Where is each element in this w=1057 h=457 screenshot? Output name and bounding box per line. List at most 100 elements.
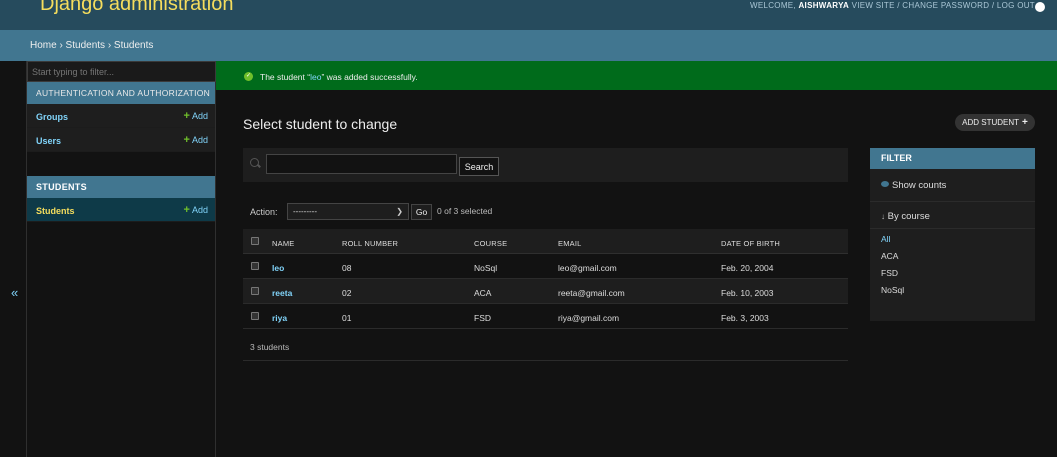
success-check-icon: ✓ <box>244 72 253 81</box>
search-icon <box>250 158 259 167</box>
cell-course: FSD <box>474 313 491 323</box>
cell-roll-number: 02 <box>342 288 352 298</box>
search-input[interactable] <box>266 154 457 174</box>
theme-toggle-icon[interactable] <box>1035 2 1045 12</box>
add-label: Add <box>191 135 208 145</box>
table-row: riya 01 FSD riya@gmail.com Feb. 3, 2003 <box>243 304 848 329</box>
row-checkbox[interactable] <box>251 262 259 270</box>
plus-icon: + <box>183 110 190 122</box>
go-button[interactable]: Go <box>411 204 432 220</box>
table-header-row: NAME ROLL NUMBER COURSE EMAIL DATE OF BI… <box>243 229 848 254</box>
eye-icon <box>881 181 889 187</box>
filter-panel: FILTER Show counts ↓ By course All ACA F… <box>870 148 1035 321</box>
sidebar-link-groups[interactable]: Groups <box>36 112 68 122</box>
cell-email: reeta@gmail.com <box>558 288 625 298</box>
show-counts-link[interactable]: Show counts <box>881 180 946 191</box>
filter-option-all[interactable]: All <box>881 234 890 244</box>
result-count: 3 students <box>250 342 290 352</box>
sidebar-item-users: Users + Add <box>27 128 215 152</box>
search-toolbar: Search <box>243 148 848 182</box>
module-caption-students[interactable]: STUDENTS <box>27 176 215 198</box>
column-header-course[interactable]: COURSE <box>474 239 507 248</box>
cell-roll-number: 08 <box>342 263 352 273</box>
username: AISHWARYA <box>798 1 850 10</box>
message-suffix: ” was added successfully. <box>321 72 418 82</box>
column-header-email[interactable]: EMAIL <box>558 239 582 248</box>
collapse-icon[interactable]: « <box>11 285 18 300</box>
plus-icon: + <box>1022 117 1028 128</box>
nav-filter-input[interactable] <box>27 61 216 82</box>
action-selected-option: --------- <box>293 207 317 216</box>
result-table: NAME ROLL NUMBER COURSE EMAIL DATE OF BI… <box>243 229 848 329</box>
sidebar-link-users[interactable]: Users <box>36 136 61 146</box>
cell-name: reeta <box>272 288 292 298</box>
message-object-link[interactable]: leo <box>310 72 321 82</box>
show-counts-label: Show counts <box>892 180 947 191</box>
column-header-name[interactable]: NAME <box>272 239 294 248</box>
header: Django administration WELCOME, AISHWARYA… <box>0 0 1057 30</box>
cell-name: leo <box>272 263 284 273</box>
actions-bar: Action: --------- ❯ Go 0 of 3 selected <box>243 202 543 220</box>
select-all-checkbox[interactable] <box>251 237 259 245</box>
filter-option-nosql[interactable]: NoSql <box>881 285 904 295</box>
sidebar-item-groups: Groups + Add <box>27 104 215 128</box>
sidebar-item-students: Students + Add <box>27 198 215 222</box>
cell-name: riya <box>272 313 287 323</box>
column-header-date-of-birth[interactable]: DATE OF BIRTH <box>721 239 780 248</box>
user-tools: WELCOME, AISHWARYA VIEW SITE / CHANGE PA… <box>750 1 1035 10</box>
user-links[interactable]: VIEW SITE / CHANGE PASSWORD / LOG OUT <box>852 1 1035 10</box>
message-prefix: The student “ <box>260 72 311 82</box>
cell-date-of-birth: Feb. 3, 2003 <box>721 313 769 323</box>
divider <box>870 228 1035 229</box>
search-button[interactable]: Search <box>459 157 499 176</box>
student-link[interactable]: reeta <box>272 288 292 298</box>
plus-icon: + <box>183 204 190 216</box>
table-row: reeta 02 ACA reeta@gmail.com Feb. 10, 20… <box>243 279 848 304</box>
action-label: Action: <box>250 207 278 217</box>
success-message: ✓ The student “leo” was added successful… <box>216 61 1057 90</box>
module-students: STUDENTS Students + Add <box>27 176 215 222</box>
filter-option-fsd[interactable]: FSD <box>881 268 898 278</box>
add-student-button[interactable]: ADD STUDENT + <box>955 114 1035 131</box>
sidebar-link-students[interactable]: Students <box>36 206 75 216</box>
divider <box>870 201 1035 202</box>
add-student-label: ADD STUDENT <box>962 118 1020 127</box>
cell-course: NoSql <box>474 263 498 273</box>
cell-course: ACA <box>474 288 492 298</box>
success-message-text: The student “leo” was added successfully… <box>260 72 418 82</box>
cell-email: leo@gmail.com <box>558 263 617 273</box>
column-header-roll-number[interactable]: ROLL NUMBER <box>342 239 398 248</box>
add-students-link[interactable]: + Add <box>184 204 208 216</box>
filter-option-aca[interactable]: ACA <box>881 251 898 261</box>
module-caption-auth[interactable]: AUTHENTICATION AND AUTHORIZATION <box>27 82 215 104</box>
welcome-text: WELCOME, <box>749 1 796 10</box>
module-auth: AUTHENTICATION AND AUTHORIZATION Groups … <box>27 82 215 152</box>
add-users-link[interactable]: + Add <box>184 134 208 146</box>
page-title: Select student to change <box>243 116 398 132</box>
paginator: 3 students <box>243 329 848 361</box>
action-select[interactable]: --------- ❯ <box>287 203 409 220</box>
cell-date-of-birth: Feb. 20, 2004 <box>721 263 774 273</box>
cell-date-of-birth: Feb. 10, 2003 <box>721 288 774 298</box>
action-counter: 0 of 3 selected <box>437 206 493 216</box>
plus-icon: + <box>183 134 190 146</box>
cell-email: riya@gmail.com <box>558 313 620 323</box>
breadcrumb[interactable]: Home › Students › Students <box>0 30 1057 61</box>
toggle-nav-sidebar[interactable]: « <box>0 61 27 457</box>
add-label: Add <box>191 111 208 121</box>
add-groups-link[interactable]: + Add <box>184 110 208 122</box>
student-link[interactable]: riya <box>272 313 287 323</box>
add-label: Add <box>191 205 208 215</box>
row-checkbox[interactable] <box>251 287 259 295</box>
row-checkbox[interactable] <box>251 312 259 320</box>
filter-heading-label: By course <box>887 211 930 222</box>
student-link[interactable]: leo <box>272 263 284 273</box>
module-gap <box>27 152 215 176</box>
filter-title: FILTER <box>870 148 1035 169</box>
nav-sidebar: AUTHENTICATION AND AUTHORIZATION Groups … <box>27 61 216 457</box>
site-title[interactable]: Django administration <box>40 0 233 16</box>
arrow-down-icon: ↓ <box>881 212 885 221</box>
cell-roll-number: 01 <box>342 313 352 323</box>
filter-heading-course[interactable]: ↓ By course <box>881 211 930 222</box>
chevron-down-icon: ❯ <box>396 207 403 216</box>
